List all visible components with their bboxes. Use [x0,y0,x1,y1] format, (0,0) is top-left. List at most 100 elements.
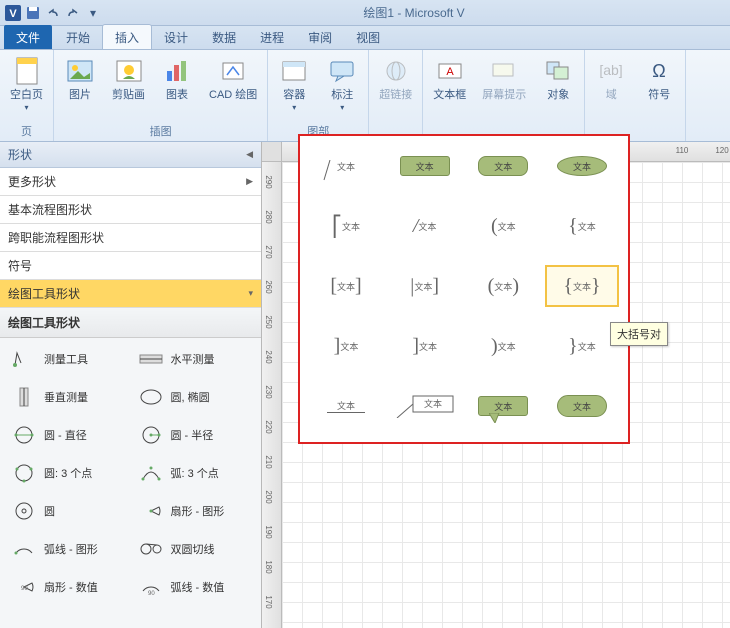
symbol-icon: Ω [643,55,675,87]
group-diagram-parts: 容器▾ 标注▾ 图部 [268,50,369,141]
blank-page-button[interactable]: 空白页 ▾ [6,53,47,114]
qat-dropdown-icon[interactable]: ▾ [84,4,102,22]
callout-button[interactable]: 标注▾ [322,53,362,114]
circle-ellipse[interactable]: 圆, 椭圆 [133,382,256,412]
arcshape-icon [10,538,38,560]
tab-insert[interactable]: 插入 [102,24,152,49]
arc-shape[interactable]: 弧线 - 图形 [6,534,129,564]
callout-closebrace[interactable]: }文本 [546,326,618,366]
callout-sqbracket-pair[interactable]: [文本] [310,266,382,306]
h-measure[interactable]: 水平测量 [133,344,256,374]
dropdown-icon: ▾ [292,103,296,112]
more-shapes-row[interactable]: 更多形状▶ [0,168,261,196]
tangent[interactable]: 双圆切线 [133,534,256,564]
ruler-corner [262,142,282,162]
group-text: A文本框 屏幕提示 对象 [423,50,585,141]
object-button[interactable]: 对象 [538,53,578,103]
container-button[interactable]: 容器▾ [274,53,314,114]
cad-icon [217,55,249,87]
circle-diameter[interactable]: 圆 - 直径 [6,420,129,450]
callout-paren1[interactable]: (文本 [467,206,539,246]
basic-flowchart-row[interactable]: 基本流程图形状 [0,196,261,224]
screentip-button: 屏幕提示 [478,53,530,103]
svg-text:Ω: Ω [653,61,666,81]
svg-text:V: V [9,8,17,20]
callout-gallery: 文本 文本 文本 文本 ⎡文本 /文本 (文本 {文本 [文本] |文本] (文… [298,134,630,444]
container-icon [278,55,310,87]
clipart-icon [113,55,145,87]
svg-text:[ab]: [ab] [600,62,623,78]
callout-bracket1[interactable]: ⎡文本 [310,206,382,246]
circle3pt-icon [10,462,38,484]
field-button: [ab]域 [591,53,631,103]
callout-speech[interactable]: 文本 [467,386,539,426]
callout-brace1[interactable]: {文本 [546,206,618,246]
picture-icon [64,55,96,87]
svg-text:文本: 文本 [424,398,442,409]
chevron-left-icon[interactable]: ◀ [246,149,253,160]
svg-text:90: 90 [148,591,155,597]
textbox-button[interactable]: A文本框 [429,53,470,103]
callout-underline[interactable]: 文本 [310,386,382,426]
callout-closebracket2[interactable]: ]文本 [389,326,461,366]
tab-view[interactable]: 视图 [344,25,392,49]
picture-button[interactable]: 图片 [60,53,100,103]
tab-data[interactable]: 数据 [200,25,248,49]
shapes-panel: 形状 ◀ 更多形状▶ 基本流程图形状 跨职能流程图形状 符号 绘图工具形状▾ 绘… [0,142,262,628]
v-measure-icon [10,386,38,408]
callout-slash-pair[interactable]: |文本] [389,266,461,306]
callout-paren-pair[interactable]: (文本) [467,266,539,306]
svg-text:90: 90 [21,586,28,592]
radius-icon [137,424,165,446]
tab-review[interactable]: 审阅 [296,25,344,49]
v-measure[interactable]: 垂直测量 [6,382,129,412]
shape-tools-grid: 测量工具 水平测量 垂直测量 圆, 椭圆 圆 - 直径 圆 - 半径 圆: 3 … [0,338,261,608]
hyperlink-button: 超链接 [375,53,416,103]
group-page: 空白页 ▾ 页 [0,50,54,141]
vertical-ruler: 290 280 270 260 250 240 230 220 210 200 … [262,162,282,628]
section-title: 绘图工具形状 [0,308,261,338]
sector-shape[interactable]: 扇形 - 图形 [133,496,256,526]
title-bar: V ▾ 绘图1 - Microsoft V [0,0,730,26]
tab-process[interactable]: 进程 [248,25,296,49]
tab-home[interactable]: 开始 [54,25,102,49]
symbols-row[interactable]: 符号 [0,252,261,280]
cross-functional-row[interactable]: 跨职能流程图形状 [0,224,261,252]
callout-line1[interactable]: 文本 [310,146,382,186]
circle-radius[interactable]: 圆 - 半径 [133,420,256,450]
field-icon: [ab] [595,55,627,87]
chart-button[interactable]: 图表 [157,53,197,103]
save-icon[interactable] [24,4,42,22]
callout-rect[interactable]: 文本 [389,146,461,186]
measure-tool[interactable]: 测量工具 [6,344,129,374]
diameter-icon [10,424,38,446]
callout-bracket2[interactable]: /文本 [389,206,461,246]
callout-closebracket[interactable]: ]文本 [310,326,382,366]
object-icon [542,55,574,87]
callout-sidebox[interactable]: 文本 [389,386,461,426]
callout-ellipse[interactable]: 文本 [546,146,618,186]
sector-value[interactable]: 90扇形 - 数值 [6,572,129,602]
chevron-right-icon: ▾ [248,288,253,299]
group-illustrations: 图片 剪贴画 图表 CAD 绘图 插图 [54,50,268,141]
tab-file[interactable]: 文件 [4,25,52,49]
symbol-button[interactable]: Ω符号 [639,53,679,103]
tab-design[interactable]: 设计 [152,25,200,49]
callout-roundrect[interactable]: 文本 [467,146,539,186]
undo-icon[interactable] [44,4,62,22]
circle-3pt[interactable]: 圆: 3 个点 [6,458,129,488]
callout-brace-pair[interactable]: {文本} [546,266,618,306]
cad-button[interactable]: CAD 绘图 [205,53,261,103]
circle[interactable]: 圆 [6,496,129,526]
arc-value[interactable]: 90弧线 - 数值 [133,572,256,602]
arc-3pt[interactable]: 弧: 3 个点 [133,458,256,488]
callout-cloud[interactable]: 文本 [546,386,618,426]
arcval-icon: 90 [137,576,165,598]
app-icon[interactable]: V [4,4,22,22]
textbox-icon: A [434,55,466,87]
clipart-button[interactable]: 剪贴画 [108,53,149,103]
callout-closeparen[interactable]: )文本 [467,326,539,366]
ribbon-tabs: 文件 开始 插入 设计 数据 进程 审阅 视图 [0,26,730,50]
redo-icon[interactable] [64,4,82,22]
drawing-tools-row[interactable]: 绘图工具形状▾ [0,280,261,308]
